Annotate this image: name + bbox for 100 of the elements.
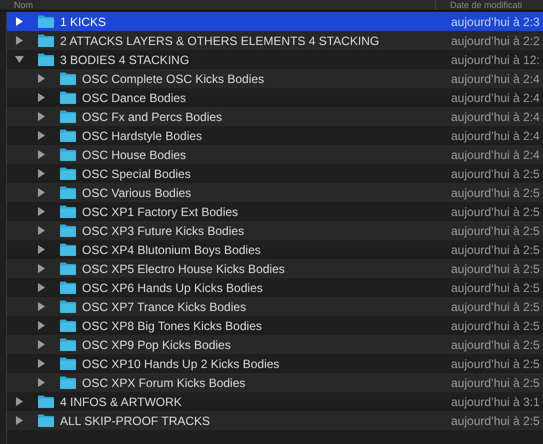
modified-date: aujourd’hui à 2:5 xyxy=(451,222,540,240)
disclosure-triangle[interactable] xyxy=(37,245,46,254)
modified-date: aujourd’hui à 2:4 xyxy=(451,90,540,106)
disclosure-triangle[interactable] xyxy=(37,226,46,235)
file-row[interactable]: OSC Fx and Percs Bodies aujourd’hui à 2:4 xyxy=(7,107,543,126)
disclosure-triangle[interactable] xyxy=(15,397,24,406)
file-row[interactable]: OSC XP7 Trance Kicks Bodies aujourd’hui à 2:5 xyxy=(7,297,543,316)
disclosure-triangle[interactable] xyxy=(15,36,24,45)
modified-date: aujourd’hui à 2:5 xyxy=(451,184,540,202)
modified-date: aujourd’hui à 3:1 xyxy=(451,394,540,410)
file-row[interactable]: ALL SKIP-PROOF TRACKS aujourd’hui à 2:5 xyxy=(7,411,543,430)
folder-name: OSC XP7 Trance Kicks Bodies xyxy=(82,298,246,316)
disclosure-triangle[interactable] xyxy=(37,169,46,178)
folder-icon xyxy=(60,205,76,218)
column-heading[interactable]: Date de modificati xyxy=(436,0,522,10)
folder-name: OSC Various Bodies xyxy=(82,184,192,202)
disclosure-triangle[interactable] xyxy=(37,207,46,216)
folder-icon xyxy=(60,357,76,370)
modified-date: aujourd’hui à 2:5 xyxy=(451,204,540,220)
disclosure-triangle[interactable] xyxy=(37,359,46,368)
folder-name: OSC Complete OSC Kicks Bodies xyxy=(82,70,264,88)
folder-name: 1 KICKS xyxy=(60,14,106,30)
folder-icon xyxy=(38,395,54,408)
file-row[interactable]: OSC Various Bodies aujourd’hui à 2:5 xyxy=(7,183,543,202)
modified-date: aujourd’hui à 2:5 xyxy=(451,298,540,316)
modified-date: aujourd’hui à 2:4 xyxy=(451,108,540,126)
modified-date: aujourd’hui à 2:5 xyxy=(451,374,540,392)
file-row[interactable]: 2 ATTACKS LAYERS & OTHERS ELEMENTS 4 STACKING aujourd’hui à 2:2 xyxy=(7,31,543,50)
folder-name: OSC XP4 Blutonium Boys Bodies xyxy=(82,242,261,258)
folder-name: OSC XPX Forum Kicks Bodies xyxy=(82,374,246,392)
modified-date: aujourd’hui à 2:5 xyxy=(451,336,540,354)
folder-icon xyxy=(60,376,76,389)
folder-name: OSC House Bodies xyxy=(82,146,186,164)
folder-name: OSC XP9 Pop Kicks Bodies xyxy=(82,336,231,354)
file-row[interactable]: OSC Complete OSC Kicks Bodies aujourd’hui à 2:4 xyxy=(7,69,543,88)
folder-icon xyxy=(60,110,76,123)
file-row[interactable]: OSC XP9 Pop Kicks Bodies aujourd’hui à 2:5 xyxy=(7,335,543,354)
folder-icon xyxy=(60,186,76,199)
folder-icon xyxy=(60,224,76,237)
folder-icon xyxy=(60,167,76,180)
folder-icon xyxy=(60,338,76,351)
modified-date: aujourd’hui à 2:5 xyxy=(451,280,540,296)
disclosure-triangle[interactable] xyxy=(15,416,24,425)
disclosure-triangle[interactable] xyxy=(37,188,46,197)
modified-date: aujourd’hui à 12: xyxy=(451,52,540,68)
folder-name: OSC Fx and Percs Bodies xyxy=(82,108,222,126)
modified-date: aujourd’hui à 2:4 xyxy=(451,128,540,144)
folder-name: OSC Hardstyle Bodies xyxy=(82,128,202,144)
folder-name: OSC Special Bodies xyxy=(82,166,191,182)
modified-date: aujourd’hui à 2:3 xyxy=(451,14,540,30)
folder-name: OSC XP8 Big Tones Kicks Bodies xyxy=(82,318,262,334)
modified-date: aujourd’hui à 2:5 xyxy=(451,318,540,334)
modified-date: aujourd’hui à 2:5 xyxy=(451,356,540,372)
folder-icon xyxy=(38,15,54,28)
disclosure-triangle[interactable] xyxy=(37,264,46,273)
folder-name: OSC Dance Bodies xyxy=(82,90,186,106)
folder-icon xyxy=(38,34,54,47)
disclosure-triangle[interactable] xyxy=(15,17,24,26)
file-row[interactable]: OSC XP3 Future Kicks Bodies aujourd’hui à 2:5 xyxy=(7,221,543,240)
disclosure-triangle[interactable] xyxy=(37,131,46,140)
disclosure-triangle[interactable] xyxy=(37,302,46,311)
folder-name: 4 INFOS & ARTWORK xyxy=(60,394,182,410)
file-row[interactable]: OSC XPX Forum Kicks Bodies aujourd’hui à 2:5 xyxy=(7,373,543,392)
folder-icon xyxy=(60,148,76,161)
file-row[interactable]: OSC XP5 Electro House Kicks Bodies aujourd’hui à 2:5 xyxy=(7,259,543,278)
folder-name: 2 ATTACKS LAYERS & OTHERS ELEMENTS 4 STACKING xyxy=(60,32,380,50)
column-heading[interactable]: Nom xyxy=(0,0,436,10)
disclosure-triangle[interactable] xyxy=(37,378,46,387)
disclosure-triangle[interactable] xyxy=(37,150,46,159)
folder-icon xyxy=(60,129,76,142)
disclosure-triangle[interactable] xyxy=(37,93,46,102)
folder-icon xyxy=(38,414,54,427)
folder-name: OSC XP3 Future Kicks Bodies xyxy=(82,222,244,240)
folder-icon xyxy=(60,262,76,275)
folder-icon xyxy=(60,243,76,256)
disclosure-triangle[interactable] xyxy=(37,283,46,292)
disclosure-triangle[interactable] xyxy=(37,340,46,349)
folder-icon xyxy=(60,91,76,104)
file-row[interactable]: 1 KICKS aujourd’hui à 2:3 xyxy=(7,12,543,31)
folder-name: OSC XP1 Factory Ext Bodies xyxy=(82,204,238,220)
modified-date: aujourd’hui à 2:4 xyxy=(451,146,540,164)
folder-name: 3 BODIES 4 STACKING xyxy=(60,52,190,68)
modified-date: aujourd’hui à 2:4 xyxy=(451,70,540,88)
disclosure-triangle[interactable] xyxy=(37,112,46,121)
folder-icon xyxy=(60,72,76,85)
modified-date: aujourd’hui à 2:5 xyxy=(451,412,540,430)
folder-icon xyxy=(60,300,76,313)
file-row[interactable]: OSC House Bodies aujourd’hui à 2:4 xyxy=(7,145,543,164)
modified-date: aujourd’hui à 2:2 xyxy=(451,32,540,50)
disclosure-triangle[interactable] xyxy=(37,321,46,330)
disclosure-triangle[interactable] xyxy=(15,55,24,64)
disclosure-triangle[interactable] xyxy=(37,74,46,83)
folder-icon xyxy=(60,281,76,294)
folder-name: OSC XP6 Hands Up Kicks Bodies xyxy=(82,280,263,296)
folder-name: OSC XP5 Electro House Kicks Bodies xyxy=(82,260,285,278)
folder-name: OSC XP10 Hands Up 2 Kicks Bodies xyxy=(82,356,280,372)
folder-name: ALL SKIP-PROOF TRACKS xyxy=(60,412,210,430)
modified-date: aujourd’hui à 2:5 xyxy=(451,242,540,258)
folder-icon xyxy=(38,53,54,66)
folder-icon xyxy=(60,319,76,332)
